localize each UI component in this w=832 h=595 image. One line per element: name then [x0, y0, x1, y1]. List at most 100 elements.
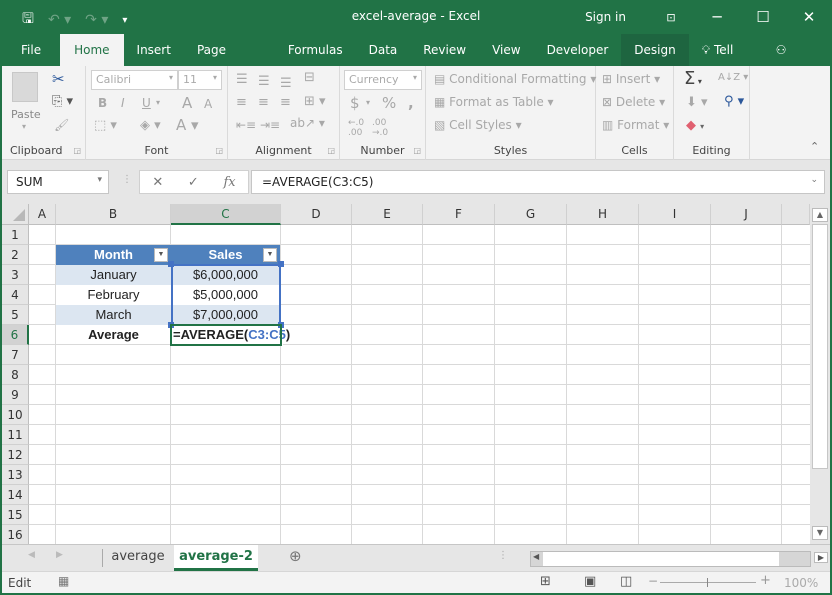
range-handle[interactable] — [278, 261, 284, 267]
borders-icon[interactable]: ⬚ ▾ — [94, 118, 117, 133]
cut-icon[interactable]: ✂ — [52, 70, 65, 88]
find-select-icon[interactable]: ⚲ ▾ — [724, 94, 744, 109]
tab-page-layout[interactable]: Page Layout — [184, 34, 275, 89]
worksheet-grid[interactable]: ABCDEFGHIJ 1 2 3 4 5 6 7 8 9 10 11 12 13 14 15 16 Month… — [2, 204, 810, 544]
row-header-8[interactable]: 8 — [2, 365, 29, 385]
format-painter-icon[interactable]: 🖌︎ — [54, 118, 69, 132]
top-align-icon[interactable]: ☰ — [236, 72, 248, 87]
decrease-font-icon[interactable]: A — [204, 97, 212, 111]
zoom-level[interactable]: 100% — [784, 576, 818, 590]
table-cell-month[interactable]: February — [56, 285, 171, 305]
wrap-text-icon[interactable]: ⊟ — [304, 70, 315, 85]
align-left-icon[interactable]: ≡ — [236, 95, 247, 110]
zoom-in-icon[interactable]: + — [760, 573, 771, 588]
font-name-dropdown[interactable]: Calibri ▾ — [91, 70, 178, 90]
row-header-4[interactable]: 4 — [2, 285, 29, 305]
row-header-5[interactable]: 5 — [2, 305, 29, 325]
italic-button[interactable]: I — [121, 96, 125, 110]
tell-me-search[interactable]: 💡︎ Tell me — [689, 34, 763, 89]
column-header-d[interactable]: D — [281, 204, 352, 225]
row-header-2[interactable]: 2 — [2, 245, 29, 265]
page-break-view-icon[interactable]: ◫ — [620, 574, 632, 589]
horizontal-scroll-thumb[interactable] — [543, 552, 779, 566]
cancel-icon[interactable]: ✕ — [152, 175, 163, 190]
tab-developer[interactable]: Developer — [534, 34, 622, 66]
tab-review[interactable]: Review — [410, 34, 479, 66]
fill-color-icon[interactable]: ◈ ▾ — [140, 118, 161, 133]
share-button[interactable]: ⚇ Share — [763, 34, 832, 89]
zoom-slider[interactable] — [660, 582, 756, 583]
format-cells-button[interactable]: ▥ Format ▾ — [602, 118, 669, 132]
filter-dropdown-icon[interactable]: ▼ — [154, 248, 168, 262]
bold-button[interactable]: B — [98, 96, 107, 110]
conditional-formatting-button[interactable]: ▤ Conditional Formatting ▾ — [434, 72, 596, 86]
row-header-3[interactable]: 3 — [2, 265, 29, 285]
column-header-c[interactable]: C — [171, 204, 281, 225]
zoom-slider-thumb[interactable] — [707, 578, 708, 587]
fill-icon[interactable]: ⬇ ▾ — [686, 95, 708, 110]
underline-button[interactable]: U — [142, 96, 151, 110]
paste-icon[interactable] — [12, 72, 38, 102]
column-header-f[interactable]: F — [423, 204, 495, 225]
ribbon-display-options-icon[interactable]: ⊡ — [648, 11, 694, 24]
tab-file[interactable]: File — [0, 34, 54, 66]
column-header-e[interactable]: E — [352, 204, 423, 225]
column-header-h[interactable]: H — [567, 204, 639, 225]
enter-icon[interactable]: ✓ — [188, 175, 199, 190]
currency-button[interactable]: $ — [350, 94, 360, 112]
scroll-tabs-right-icon[interactable]: ▶ — [56, 550, 63, 560]
copy-icon[interactable]: ⎘ ▾ — [52, 94, 73, 109]
select-all-button[interactable] — [2, 204, 29, 225]
row-header-1[interactable]: 1 — [2, 225, 29, 245]
column-header-i[interactable]: I — [639, 204, 711, 225]
decrease-decimal-icon[interactable]: .00 →.0 — [372, 118, 388, 138]
comma-button[interactable]: , — [408, 94, 414, 112]
sheet-tab-average-2[interactable]: average-2 — [174, 545, 258, 571]
row-header-6[interactable]: 6 — [2, 325, 29, 345]
column-header-a[interactable]: A — [29, 204, 56, 225]
horizontal-scrollbar[interactable]: ◀ ▶ — [530, 551, 828, 567]
font-launcher-icon[interactable]: ◲ — [215, 146, 223, 155]
clear-icon[interactable]: ◆ ▾ — [686, 118, 704, 133]
row-header-16[interactable]: 16 — [2, 525, 29, 544]
number-format-dropdown[interactable]: Currency ▾ — [344, 70, 422, 90]
row-header-9[interactable]: 9 — [2, 385, 29, 405]
maximize-button[interactable]: ☐ — [740, 8, 786, 26]
alignment-launcher-icon[interactable]: ◲ — [327, 146, 335, 155]
zoom-out-icon[interactable]: − — [648, 574, 658, 588]
tab-insert[interactable]: Insert — [124, 34, 184, 66]
name-box[interactable]: SUM ▾ — [7, 170, 109, 194]
row-header-11[interactable]: 11 — [2, 425, 29, 445]
row-header-13[interactable]: 13 — [2, 465, 29, 485]
increase-indent-icon[interactable]: ⇥≡ — [260, 118, 280, 132]
merge-center-icon[interactable]: ⊞ ▾ — [304, 94, 326, 109]
row-header-7[interactable]: 7 — [2, 345, 29, 365]
orientation-icon[interactable]: ab↗ ▾ — [290, 116, 325, 130]
page-layout-view-icon[interactable]: ▣ — [584, 574, 596, 589]
new-sheet-icon[interactable]: ⊕ — [289, 547, 302, 565]
scroll-down-icon[interactable]: ▼ — [812, 526, 828, 540]
collapse-ribbon-icon[interactable]: ⌃ — [810, 140, 819, 153]
scroll-right-icon[interactable]: ▶ — [814, 552, 828, 563]
cell-styles-button[interactable]: ▧ Cell Styles ▾ — [434, 118, 522, 132]
tab-data[interactable]: Data — [356, 34, 411, 66]
insert-function-icon[interactable]: fx — [223, 175, 235, 190]
tab-splitter-handle[interactable]: ⋮ — [498, 550, 508, 561]
minimize-button[interactable]: ─ — [694, 8, 740, 26]
close-button[interactable]: ✕ — [786, 8, 832, 26]
tab-home[interactable]: Home — [60, 34, 124, 66]
range-handle[interactable] — [168, 261, 174, 267]
tab-view[interactable]: View — [479, 34, 533, 66]
formula-input[interactable]: =AVERAGE(C3:C5) ⌄ — [251, 170, 825, 194]
sign-in-link[interactable]: Sign in — [585, 10, 626, 24]
sort-filter-icon[interactable]: A↓Z ▾ — [718, 72, 748, 83]
table-cell-month[interactable]: March — [56, 305, 171, 325]
font-color-icon[interactable]: A ▾ — [176, 116, 199, 134]
row-header-15[interactable]: 15 — [2, 505, 29, 525]
table-cell-month[interactable]: January — [56, 265, 171, 285]
table-header-month[interactable]: Month ▼ — [56, 245, 171, 265]
column-header[interactable] — [782, 204, 810, 225]
delete-cells-button[interactable]: ⊠ Delete ▾ — [602, 95, 665, 109]
vertical-scroll-thumb[interactable] — [812, 224, 828, 469]
clipboard-launcher-icon[interactable]: ◲ — [73, 146, 81, 155]
